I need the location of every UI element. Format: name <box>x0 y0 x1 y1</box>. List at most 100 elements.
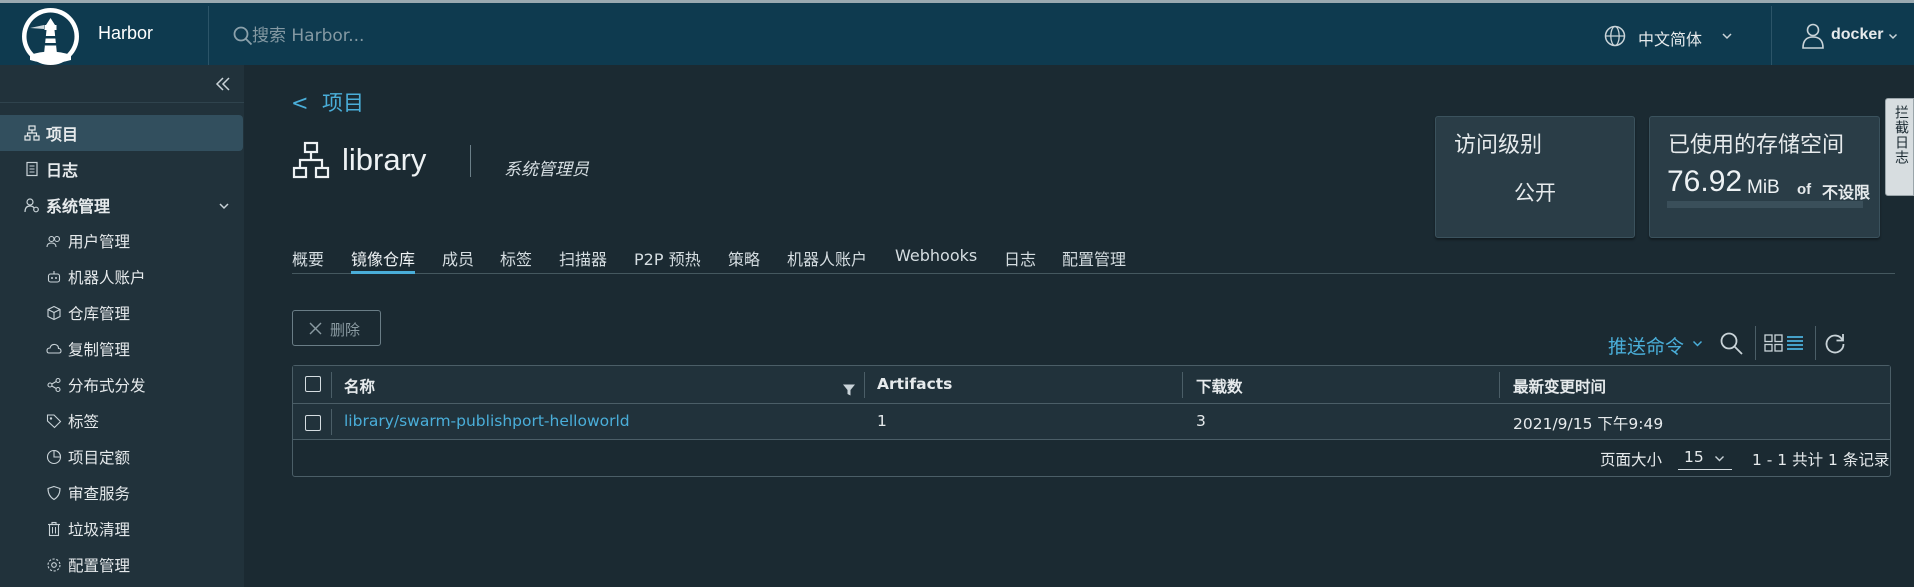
chevron-down-icon[interactable] <box>1888 31 1898 41</box>
replication-icon <box>46 343 62 354</box>
column-divider <box>1182 372 1183 398</box>
back-link-label: 项目 <box>321 91 364 115</box>
user-menu[interactable]: docker <box>1831 26 1883 44</box>
push-command-button[interactable]: 推送命令 <box>1608 332 1684 359</box>
project-tabs: 概要 镜像仓库 成员 标签 扫描器 P2P 预热 策略 机器人账户 Webhoo… <box>292 246 1895 274</box>
sidebar-item-project-quotas[interactable]: 项目定额 <box>0 439 243 475</box>
sidebar-item-robot-accounts[interactable]: 机器人账户 <box>0 259 243 295</box>
sidebar-item-configuration[interactable]: 配置管理 <box>0 547 243 583</box>
sidebar-item-logs[interactable]: 日志 <box>0 151 243 187</box>
repositories-table: 名称 Artifacts 下载数 最新变更时间 library/swarm-pu… <box>292 365 1891 477</box>
top-header: Harbor 中文简体 docker <box>0 0 1914 65</box>
page-size-label: 页面大小 <box>1600 451 1663 469</box>
distribution-icon <box>47 377 61 393</box>
chevron-down-icon[interactable] <box>1721 30 1733 42</box>
page-size-select[interactable]: 15 <box>1678 446 1732 470</box>
column-divider <box>331 409 332 435</box>
back-to-projects-link[interactable]: < 项目 <box>291 87 364 117</box>
globe-icon[interactable] <box>1603 24 1627 48</box>
search-input[interactable] <box>252 21 752 51</box>
download-count: 3 <box>1196 412 1206 430</box>
access-level-value: 公开 <box>1514 181 1556 205</box>
tab-policy[interactable]: 策略 <box>728 246 760 274</box>
sidebar-item-label: 复制管理 <box>68 341 131 359</box>
grid-view-icon[interactable] <box>1764 334 1784 352</box>
card-title: 已使用的存储空间 <box>1668 133 1845 158</box>
tab-p2p-preheat[interactable]: P2P 预热 <box>634 246 701 274</box>
chevron-down-icon[interactable] <box>1692 338 1703 349</box>
sidebar-item-projects[interactable]: 项目 <box>0 115 243 151</box>
select-all-checkbox[interactable] <box>305 376 321 392</box>
search-icon[interactable] <box>232 25 254 47</box>
sidebar-item-user-management[interactable]: 用户管理 <box>0 223 243 259</box>
registry-icon <box>47 305 61 321</box>
tab-members[interactable]: 成员 <box>442 246 474 274</box>
column-header-last-modified[interactable]: 最新变更时间 <box>1513 375 1606 397</box>
sidebar-item-distributions[interactable]: 分布式分发 <box>0 367 243 403</box>
delete-button-label: 删除 <box>330 321 361 339</box>
harbor-logo[interactable] <box>22 8 79 65</box>
row-checkbox[interactable] <box>305 415 321 431</box>
chevron-down-icon <box>1715 456 1724 462</box>
sidebar-divider <box>0 102 244 103</box>
access-level-card: 访问级别 公开 <box>1435 116 1635 238</box>
event-log-tab-label: 拦截日志 <box>1893 105 1909 165</box>
table-row[interactable]: library/swarm-publishport-helloworld 1 3… <box>293 404 1890 440</box>
repository-name-link[interactable]: library/swarm-publishport-helloworld <box>344 412 630 430</box>
tab-configuration[interactable]: 配置管理 <box>1062 246 1126 274</box>
storage-usage-card: 已使用的存储空间 76.92 MiB of 不设限 <box>1649 116 1880 238</box>
sidebar-item-labels[interactable]: 标签 <box>0 403 243 439</box>
trash-icon <box>48 521 60 537</box>
chevron-down-icon[interactable] <box>218 200 230 212</box>
tab-scanner[interactable]: 扫描器 <box>559 246 607 274</box>
column-divider <box>1499 372 1500 398</box>
sidebar-item-label: 项目 <box>46 125 79 144</box>
tab-webhooks[interactable]: Webhooks <box>895 246 977 274</box>
users-icon <box>46 235 61 248</box>
column-header-downloads[interactable]: 下载数 <box>1196 375 1243 397</box>
quota-icon <box>46 449 62 465</box>
collapse-sidebar-icon[interactable] <box>212 73 234 95</box>
storage-unit: MiB <box>1747 177 1780 198</box>
last-modified-time: 2021/9/15 下午9:49 <box>1513 415 1664 433</box>
language-selector[interactable]: 中文简体 <box>1638 26 1702 50</box>
sidebar-item-label: 仓库管理 <box>68 305 131 323</box>
storage-used-value: 76.92 <box>1667 165 1743 198</box>
header-divider <box>208 6 209 65</box>
sidebar-item-system-admin[interactable]: 系统管理 <box>0 187 243 223</box>
search-icon[interactable] <box>1719 331 1744 356</box>
filter-icon[interactable] <box>842 383 856 397</box>
shield-icon <box>47 485 61 501</box>
brand-name[interactable]: Harbor <box>98 23 153 44</box>
refresh-icon[interactable] <box>1823 331 1847 355</box>
project-icon <box>292 141 330 179</box>
project-icon <box>24 125 40 141</box>
tab-summary[interactable]: 概要 <box>292 246 324 274</box>
tab-repositories[interactable]: 镜像仓库 <box>351 246 416 274</box>
sidebar-item-label: 审查服务 <box>68 485 131 503</box>
storage-progress-bar <box>1667 201 1863 208</box>
robot-icon <box>47 271 61 283</box>
sidebar-item-label: 标签 <box>68 413 100 431</box>
column-header-artifacts[interactable]: Artifacts <box>877 375 952 393</box>
artifacts-count: 1 <box>877 412 887 430</box>
page-size-value: 15 <box>1684 448 1704 466</box>
toolbar-divider <box>1755 326 1756 360</box>
sidebar-item-garbage-collection[interactable]: 垃圾清理 <box>0 511 243 547</box>
tab-robot-accounts[interactable]: 机器人账户 <box>787 246 867 274</box>
user-icon[interactable] <box>1800 22 1826 50</box>
sidebar-item-replications[interactable]: 复制管理 <box>0 331 243 367</box>
sidebar-item-label: 垃圾清理 <box>68 521 131 539</box>
column-header-name[interactable]: 名称 <box>344 375 375 397</box>
event-log-tab[interactable]: 拦截日志 <box>1885 98 1914 196</box>
sidebar-item-label: 分布式分发 <box>68 377 146 395</box>
sidebar-item-interrogation-services[interactable]: 审查服务 <box>0 475 243 511</box>
list-view-icon[interactable] <box>1786 335 1804 351</box>
delete-button[interactable]: 删除 <box>292 310 381 346</box>
table-header: 名称 Artifacts 下载数 最新变更时间 <box>293 366 1890 404</box>
sidebar-item-label: 系统管理 <box>46 197 111 216</box>
tab-labels[interactable]: 标签 <box>500 246 532 274</box>
tab-logs[interactable]: 日志 <box>1004 246 1036 274</box>
table-footer: 页面大小 15 1 - 1 共计 1 条记录 <box>293 440 1890 476</box>
sidebar-item-registries[interactable]: 仓库管理 <box>0 295 243 331</box>
